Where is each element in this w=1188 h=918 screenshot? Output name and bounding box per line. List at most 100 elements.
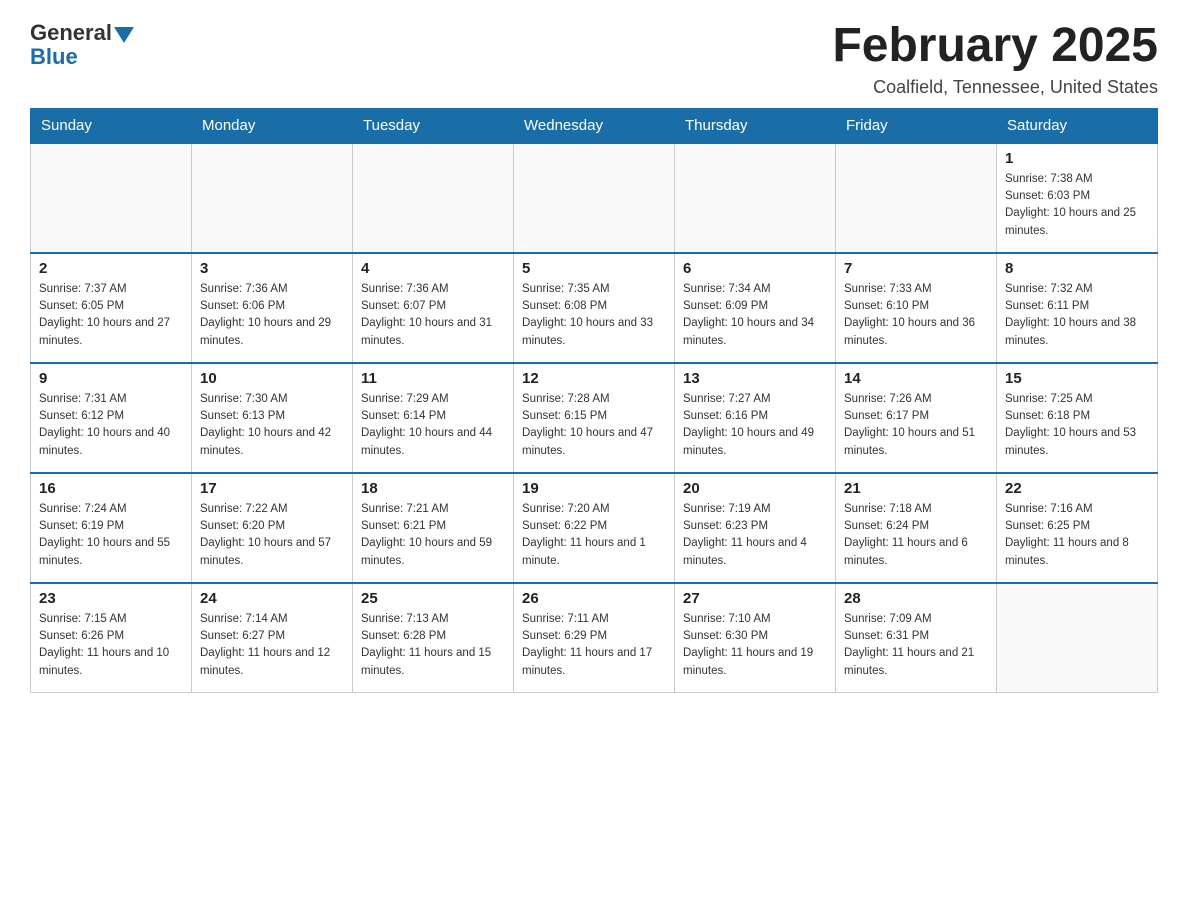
day-header-tuesday: Tuesday <box>353 108 514 143</box>
week-row-5: 23 Sunrise: 7:15 AMSunset: 6:26 PMDayligh… <box>31 583 1158 693</box>
day-info: Sunrise: 7:13 AMSunset: 6:28 PMDaylight:… <box>361 611 505 680</box>
day-number: 24 <box>200 590 344 607</box>
day-number: 1 <box>1005 150 1149 167</box>
calendar-table: SundayMondayTuesdayWednesdayThursdayFrid… <box>30 108 1158 694</box>
day-number: 25 <box>361 590 505 607</box>
day-header-monday: Monday <box>192 108 353 143</box>
day-number: 8 <box>1005 260 1149 277</box>
calendar-cell: 13 Sunrise: 7:27 AMSunset: 6:16 PMDayligh… <box>675 363 836 473</box>
calendar-cell: 27Sunrise: 7:10 AMSunset: 6:30 PMDayligh… <box>675 583 836 693</box>
day-number: 17 <box>200 480 344 497</box>
day-header-wednesday: Wednesday <box>514 108 675 143</box>
day-header-saturday: Saturday <box>997 108 1158 143</box>
calendar-cell <box>836 143 997 253</box>
calendar-cell: 16 Sunrise: 7:24 AMSunset: 6:19 PMDayligh… <box>31 473 192 583</box>
calendar-cell: 12 Sunrise: 7:28 AMSunset: 6:15 PMDayligh… <box>514 363 675 473</box>
day-info: Sunrise: 7:09 AMSunset: 6:31 PMDaylight:… <box>844 611 988 680</box>
calendar-cell: 20 Sunrise: 7:19 AMSunset: 6:23 PMDayligh… <box>675 473 836 583</box>
calendar-cell: 3 Sunrise: 7:36 AMSunset: 6:06 PMDaylight… <box>192 253 353 363</box>
day-info: Sunrise: 7:11 AMSunset: 6:29 PMDaylight:… <box>522 611 666 680</box>
day-number: 26 <box>522 590 666 607</box>
day-info: Sunrise: 7:15 AMSunset: 6:26 PMDaylight:… <box>39 611 183 680</box>
calendar-cell: 11 Sunrise: 7:29 AMSunset: 6:14 PMDayligh… <box>353 363 514 473</box>
calendar-cell <box>997 583 1158 693</box>
day-info: Sunrise: 7:14 AMSunset: 6:27 PMDaylight:… <box>200 611 344 680</box>
calendar-cell: 7 Sunrise: 7:33 AMSunset: 6:10 PMDaylight… <box>836 253 997 363</box>
day-info: Sunrise: 7:22 AMSunset: 6:20 PMDaylight:… <box>200 501 344 570</box>
calendar-cell: 15Sunrise: 7:25 AMSunset: 6:18 PMDayligh… <box>997 363 1158 473</box>
week-row-4: 16 Sunrise: 7:24 AMSunset: 6:19 PMDayligh… <box>31 473 1158 583</box>
day-number: 7 <box>844 260 988 277</box>
page-header: General Blue February 2025 Coalfield, Te… <box>30 20 1158 98</box>
day-info: Sunrise: 7:34 AMSunset: 6:09 PMDaylight:… <box>683 281 827 350</box>
day-info: Sunrise: 7:10 AMSunset: 6:30 PMDaylight:… <box>683 611 827 680</box>
day-info: Sunrise: 7:29 AMSunset: 6:14 PMDaylight:… <box>361 391 505 460</box>
week-row-3: 9 Sunrise: 7:31 AMSunset: 6:12 PMDaylight… <box>31 363 1158 473</box>
day-header-friday: Friday <box>836 108 997 143</box>
day-info: Sunrise: 7:27 AMSunset: 6:16 PMDaylight:… <box>683 391 827 460</box>
day-number: 14 <box>844 370 988 387</box>
calendar-cell <box>353 143 514 253</box>
logo-arrow-icon <box>114 27 134 43</box>
day-info: Sunrise: 7:36 AMSunset: 6:07 PMDaylight:… <box>361 281 505 350</box>
day-info: Sunrise: 7:37 AMSunset: 6:05 PMDaylight:… <box>39 281 183 350</box>
day-number: 18 <box>361 480 505 497</box>
day-number: 11 <box>361 370 505 387</box>
calendar-cell: 8 Sunrise: 7:32 AMSunset: 6:11 PMDaylight… <box>997 253 1158 363</box>
day-number: 13 <box>683 370 827 387</box>
day-number: 28 <box>844 590 988 607</box>
logo-general-text: General <box>30 20 112 46</box>
calendar-cell: 2 Sunrise: 7:37 AMSunset: 6:05 PMDaylight… <box>31 253 192 363</box>
day-info: Sunrise: 7:16 AMSunset: 6:25 PMDaylight:… <box>1005 501 1149 570</box>
calendar-cell: 26 Sunrise: 7:11 AMSunset: 6:29 PMDayligh… <box>514 583 675 693</box>
day-number: 15 <box>1005 370 1149 387</box>
calendar-cell: 4Sunrise: 7:36 AMSunset: 6:07 PMDaylight… <box>353 253 514 363</box>
calendar-cell: 22 Sunrise: 7:16 AMSunset: 6:25 PMDayligh… <box>997 473 1158 583</box>
calendar-header-row: SundayMondayTuesdayWednesdayThursdayFrid… <box>31 108 1158 143</box>
day-number: 9 <box>39 370 183 387</box>
week-row-1: 1Sunrise: 7:38 AMSunset: 6:03 PMDaylight… <box>31 143 1158 253</box>
day-info: Sunrise: 7:36 AMSunset: 6:06 PMDaylight:… <box>200 281 344 350</box>
day-header-sunday: Sunday <box>31 108 192 143</box>
day-number: 23 <box>39 590 183 607</box>
calendar-cell: 24 Sunrise: 7:14 AMSunset: 6:27 PMDayligh… <box>192 583 353 693</box>
day-info: Sunrise: 7:35 AMSunset: 6:08 PMDaylight:… <box>522 281 666 350</box>
day-number: 22 <box>1005 480 1149 497</box>
calendar-cell: 18 Sunrise: 7:21 AMSunset: 6:21 PMDayligh… <box>353 473 514 583</box>
day-info: Sunrise: 7:20 AMSunset: 6:22 PMDaylight:… <box>522 501 666 570</box>
calendar-cell: 19 Sunrise: 7:20 AMSunset: 6:22 PMDayligh… <box>514 473 675 583</box>
day-info: Sunrise: 7:26 AMSunset: 6:17 PMDaylight:… <box>844 391 988 460</box>
calendar-cell: 10 Sunrise: 7:30 AMSunset: 6:13 PMDayligh… <box>192 363 353 473</box>
day-number: 20 <box>683 480 827 497</box>
day-number: 10 <box>200 370 344 387</box>
day-header-thursday: Thursday <box>675 108 836 143</box>
day-info: Sunrise: 7:19 AMSunset: 6:23 PMDaylight:… <box>683 501 827 570</box>
day-info: Sunrise: 7:30 AMSunset: 6:13 PMDaylight:… <box>200 391 344 460</box>
calendar-cell: 25 Sunrise: 7:13 AMSunset: 6:28 PMDayligh… <box>353 583 514 693</box>
day-info: Sunrise: 7:28 AMSunset: 6:15 PMDaylight:… <box>522 391 666 460</box>
day-number: 19 <box>522 480 666 497</box>
day-number: 3 <box>200 260 344 277</box>
day-info: Sunrise: 7:24 AMSunset: 6:19 PMDaylight:… <box>39 501 183 570</box>
day-number: 6 <box>683 260 827 277</box>
calendar-cell: 21 Sunrise: 7:18 AMSunset: 6:24 PMDayligh… <box>836 473 997 583</box>
day-number: 2 <box>39 260 183 277</box>
calendar-cell <box>31 143 192 253</box>
logo: General Blue <box>30 20 134 70</box>
day-info: Sunrise: 7:32 AMSunset: 6:11 PMDaylight:… <box>1005 281 1149 350</box>
week-row-2: 2 Sunrise: 7:37 AMSunset: 6:05 PMDaylight… <box>31 253 1158 363</box>
day-info: Sunrise: 7:33 AMSunset: 6:10 PMDaylight:… <box>844 281 988 350</box>
day-number: 21 <box>844 480 988 497</box>
calendar-cell: 6 Sunrise: 7:34 AMSunset: 6:09 PMDaylight… <box>675 253 836 363</box>
day-info: Sunrise: 7:18 AMSunset: 6:24 PMDaylight:… <box>844 501 988 570</box>
calendar-cell: 9 Sunrise: 7:31 AMSunset: 6:12 PMDaylight… <box>31 363 192 473</box>
day-info: Sunrise: 7:31 AMSunset: 6:12 PMDaylight:… <box>39 391 183 460</box>
day-number: 5 <box>522 260 666 277</box>
calendar-cell <box>514 143 675 253</box>
day-info: Sunrise: 7:21 AMSunset: 6:21 PMDaylight:… <box>361 501 505 570</box>
logo-blue-text: Blue <box>30 44 78 70</box>
day-number: 16 <box>39 480 183 497</box>
location-text: Coalfield, Tennessee, United States <box>832 77 1158 98</box>
day-number: 12 <box>522 370 666 387</box>
title-section: February 2025 Coalfield, Tennessee, Unit… <box>832 20 1158 98</box>
